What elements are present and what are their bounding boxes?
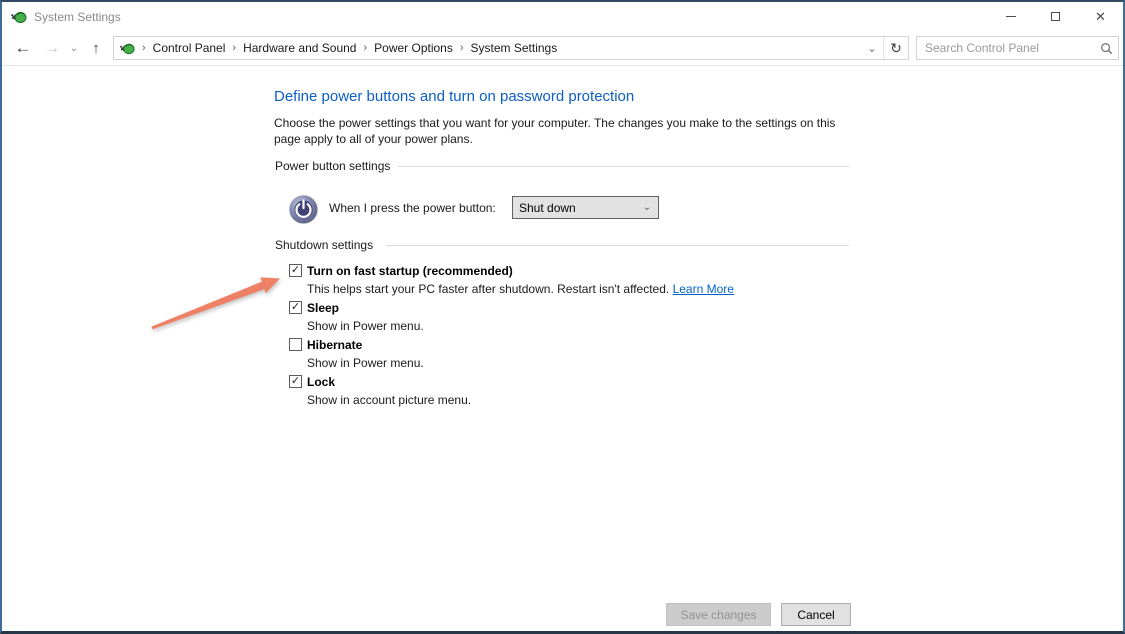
annotation-arrow [140,265,292,341]
breadcrumb-control-panel[interactable]: Control Panel [153,41,226,55]
fast-startup-description-text: This helps start your PC faster after sh… [307,282,669,296]
page-description: Choose the power settings that you want … [274,115,842,147]
back-icon: ← [15,38,32,58]
sleep-description: Show in Power menu. [307,319,424,333]
forward-icon: → [44,38,61,58]
system-settings-window: System Settings ✕ ← → ⌄ ↑ › Control Pan [0,0,1125,634]
group-divider [386,245,849,246]
navigation-bar: ← → ⌄ ↑ › Control Panel › Hardware and S… [2,31,1123,66]
window-title: System Settings [34,10,121,24]
search-box [916,36,1119,60]
titlebar: System Settings ✕ [2,2,1123,31]
chevron-down-icon: ⌄ [636,202,658,213]
shutdown-settings-header: Shutdown settings [275,238,373,252]
minimize-button[interactable] [988,2,1033,31]
power-button-label: When I press the power button: [329,201,496,215]
recent-pages-button[interactable]: ⌄ [67,43,81,54]
lock-label[interactable]: Lock [307,375,335,389]
breadcrumb-chevron-icon: › [225,42,243,54]
breadcrumb-system-settings[interactable]: System Settings [471,41,558,55]
power-button-icon [288,194,319,225]
fast-startup-label[interactable]: Turn on fast startup (recommended) [307,264,513,278]
save-changes-button[interactable]: Save changes [666,603,771,626]
search-input[interactable] [917,41,1094,55]
breadcrumb-chevron-icon: › [453,42,471,54]
maximize-button[interactable] [1033,2,1078,31]
sleep-checkbox[interactable]: ✓ [289,301,302,314]
address-bar[interactable]: › Control Panel › Hardware and Sound › P… [113,36,909,60]
breadcrumb-chevron-icon: › [135,42,153,54]
up-icon: ↑ [92,40,100,57]
fast-startup-description: This helps start your PC faster after sh… [307,282,734,296]
power-button-settings-header: Power button settings [275,159,390,173]
forward-button[interactable]: → [39,38,65,58]
refresh-button[interactable]: ↻ [883,37,908,59]
fast-startup-checkbox[interactable]: ✓ [289,264,302,277]
up-button[interactable]: ↑ [85,40,107,57]
chevron-down-icon: ⌄ [70,43,78,54]
back-button[interactable]: ← [10,38,36,58]
dropdown-selected-value: Shut down [513,201,636,215]
group-divider [398,166,849,167]
sleep-label[interactable]: Sleep [307,301,339,315]
breadcrumb-power-options[interactable]: Power Options [374,41,453,55]
close-icon: ✕ [1095,10,1106,23]
search-icon[interactable] [1094,42,1118,55]
learn-more-link[interactable]: Learn More [673,282,734,296]
maximize-icon [1051,12,1060,21]
power-options-icon [119,40,135,56]
page-content: Define power buttons and turn on passwor… [2,67,1123,631]
lock-description: Show in account picture menu. [307,393,471,407]
close-button[interactable]: ✕ [1078,2,1123,31]
hibernate-checkbox[interactable] [289,338,302,351]
power-options-app-icon [10,8,27,25]
refresh-icon: ↻ [890,40,902,57]
hibernate-description: Show in Power menu. [307,356,424,370]
address-dropdown-button[interactable]: ⌄ [861,37,883,59]
hibernate-label[interactable]: Hibernate [307,338,362,352]
window-controls: ✕ [988,2,1123,31]
breadcrumb-hardware-and-sound[interactable]: Hardware and Sound [243,41,356,55]
chevron-down-icon: ⌄ [867,42,876,55]
breadcrumb-chevron-icon: › [356,42,374,54]
lock-checkbox[interactable]: ✓ [289,375,302,388]
cancel-button[interactable]: Cancel [781,603,851,626]
minimize-icon [1006,16,1016,17]
page-title: Define power buttons and turn on passwor… [274,88,634,105]
power-action-dropdown[interactable]: Shut down ⌄ [512,196,659,219]
